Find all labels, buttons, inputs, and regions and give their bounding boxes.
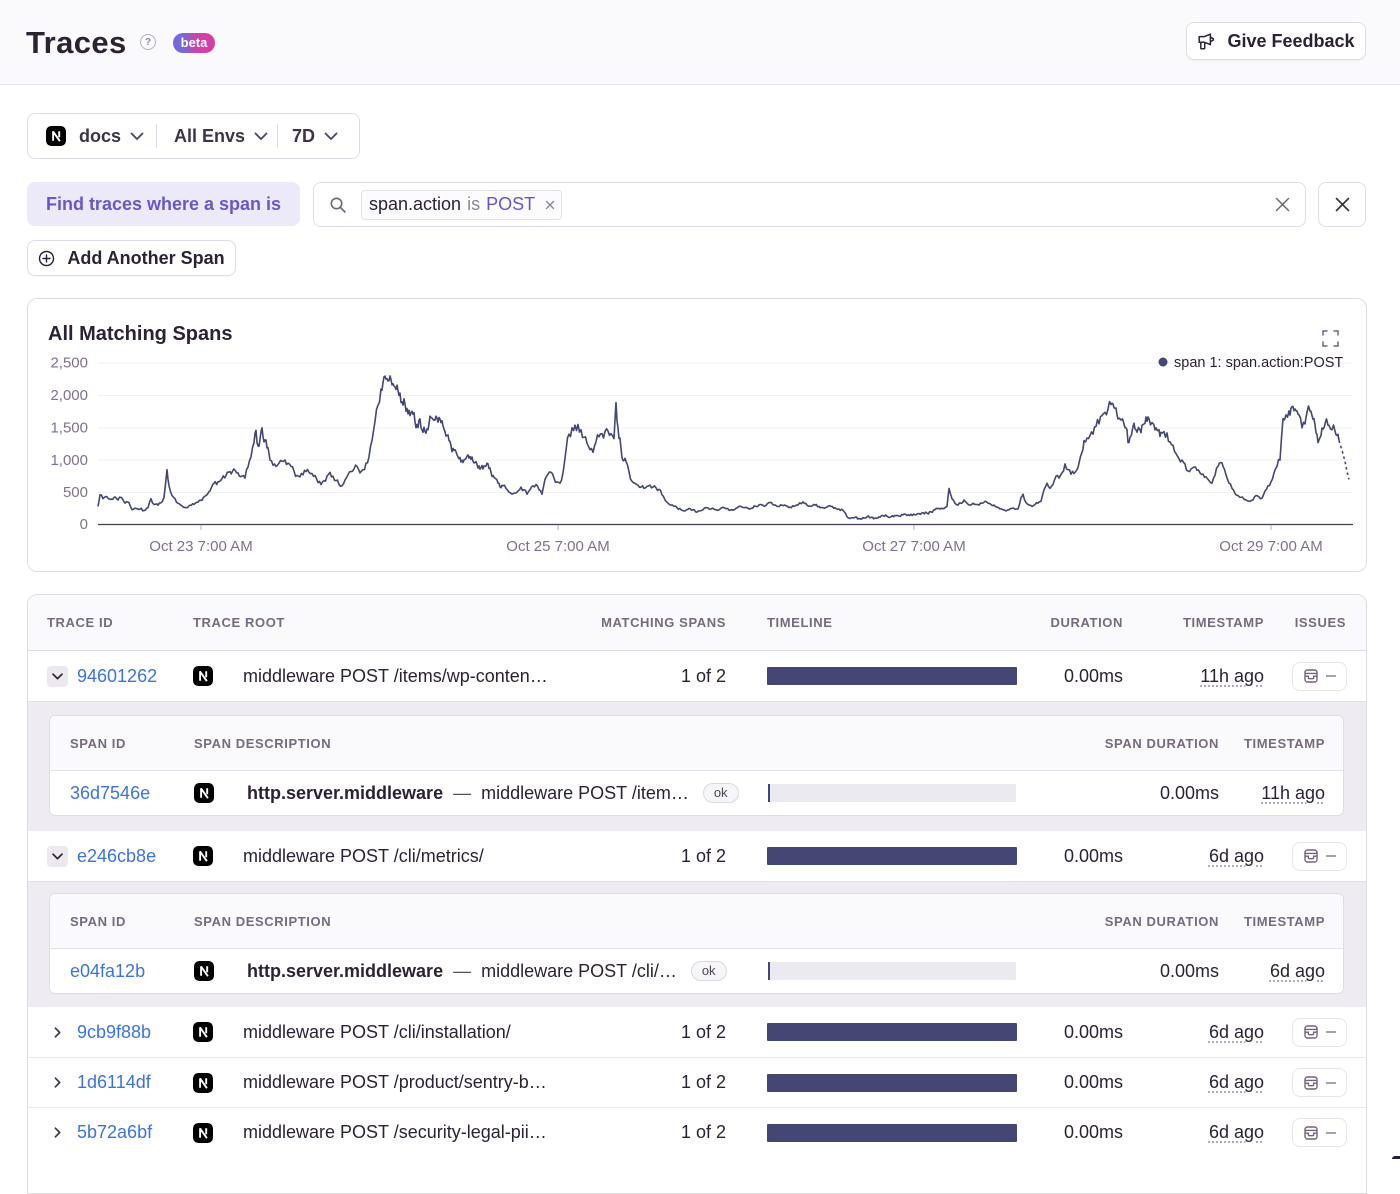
svg-text:1,500: 1,500 bbox=[50, 420, 88, 437]
svg-text:span 1: span.action:POST: span 1: span.action:POST bbox=[1174, 355, 1343, 371]
svg-text:500: 500 bbox=[63, 484, 88, 501]
svg-text:1,000: 1,000 bbox=[50, 452, 88, 469]
svg-text:Oct 29 7:00 AM: Oct 29 7:00 AM bbox=[1219, 538, 1322, 555]
svg-text:2,500: 2,500 bbox=[50, 355, 88, 372]
svg-text:Oct 25 7:00 AM: Oct 25 7:00 AM bbox=[506, 538, 609, 555]
svg-text:0: 0 bbox=[80, 516, 88, 533]
svg-text:Oct 23 7:00 AM: Oct 23 7:00 AM bbox=[149, 538, 252, 555]
svg-text:Oct 27 7:00 AM: Oct 27 7:00 AM bbox=[862, 538, 965, 555]
svg-text:2,000: 2,000 bbox=[50, 387, 88, 404]
